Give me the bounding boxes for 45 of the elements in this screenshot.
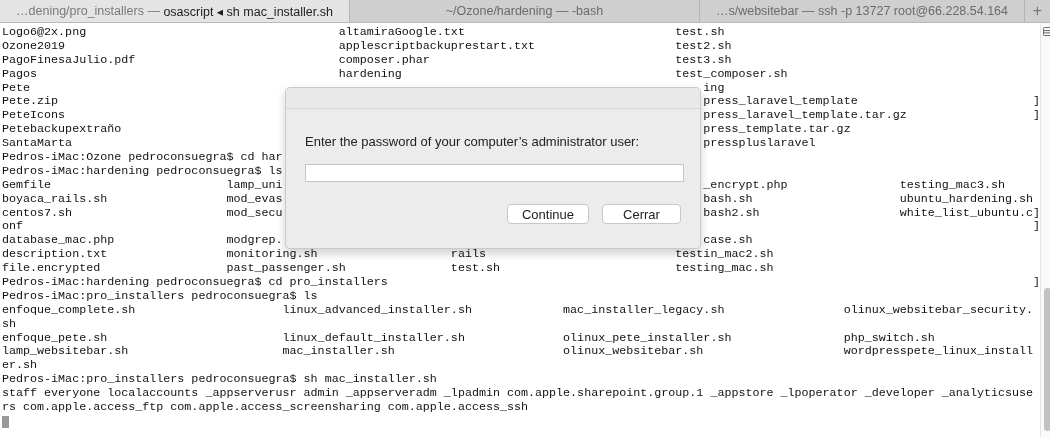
terminal-line: enfoque_pete.sh linux_default_installer.sh olinux_pete_installer.sh php_switch.sh xyxy=(2,330,935,345)
terminal-line: Ozone2019 applescriptbackuprestart.txt test2.sh xyxy=(2,38,732,53)
terminal-line: Petebackupextraño xyxy=(2,122,122,137)
terminal-line: er.sh xyxy=(2,358,38,373)
terminal-tab[interactable]: …dening/pro_installers — osascript ◂ sh mac_installer.sh xyxy=(0,0,350,22)
terminal-line: Pete.zip xyxy=(2,94,59,109)
terminal-line: Pagos hardening test_composer.sh xyxy=(2,66,788,81)
terminal-line: rs com.apple.access_ftp com.apple.access_screensharing com.apple.access_ssh xyxy=(2,400,529,415)
terminal-line: staff everyone localaccounts _appserverusr admin _appserveradm _lpadmin com.apple.sharepoint.group.1 _appstore _lpoperator _developer _analyticsuse xyxy=(2,386,1033,401)
split-pane-icon[interactable] xyxy=(1043,27,1050,36)
terminal-line: boyaca_rails.sh mod_evas xyxy=(2,191,283,206)
terminal-line: SantaMarta xyxy=(2,136,73,151)
terminal-line: press_laravel_template ] xyxy=(703,95,1040,110)
terminal-line: presspluslaravel xyxy=(703,137,816,152)
terminal-line: bash2.sh white_list_ubuntu.c] xyxy=(703,206,1040,221)
terminal-line: ] xyxy=(1032,220,1040,235)
terminal-line: lamp_websitebar.sh mac_installer.sh olinux_websitebar.sh wordpresspete_linux_install xyxy=(2,344,1033,359)
terminal-line: sh xyxy=(2,316,17,331)
terminal-line: enfoque_complete.sh linux_advanced_installer.sh mac_installer_legacy.sh olinux_websitebar_security. xyxy=(2,302,1033,317)
terminal-line: press_laravel_template.tar.gz ] xyxy=(703,109,1040,124)
terminal-line: Logo6@2x.png altamiraGoogle.txt test.sh xyxy=(2,25,725,39)
terminal-line: case.sh xyxy=(703,234,753,249)
terminal-line: Pete xyxy=(2,80,31,95)
terminal-line: Pedros-iMac:pro_installers pedroconsuegra$ sh mac_installer.sh xyxy=(2,372,437,387)
terminal-line: Pedros-iMac:pro_installers pedroconsuegra$ ls xyxy=(2,288,318,303)
dialog-message: Enter the password of your computer’s administrator user: xyxy=(305,134,641,151)
dialog-button[interactable]: Cerrar xyxy=(602,204,681,224)
terminal-line: Pedros-iMac:Ozone pedroconsuegra$ cd har xyxy=(2,150,283,164)
terminal-line: Gemfile lamp_uni xyxy=(2,177,283,192)
scrollbar-thumb[interactable] xyxy=(1044,288,1050,431)
terminal-line: database_mac.php modgrep. xyxy=(2,233,283,248)
terminal-line: centos7.sh mod_secu xyxy=(2,205,283,220)
terminal-line: PagoFinesaJulio.pdf composer.phar test3.sh xyxy=(2,52,732,67)
terminal-line: ing xyxy=(703,81,725,96)
terminal-line: Pedros-iMac:hardening pedroconsuegra$ cd pro_installers ] xyxy=(2,275,1041,290)
terminal-line: description.txt monitoring.sh rails testin_mac2.sh xyxy=(2,247,774,262)
terminal-line: onf xyxy=(2,219,24,234)
terminal-line: file.encrypted past_passenger.sh test.sh testing_mac.sh xyxy=(2,261,774,276)
terminal-line: press_template.tar.gz xyxy=(703,123,851,138)
terminal-line: PeteIcons xyxy=(2,108,66,123)
terminal-line: bash.sh ubuntu_hardening.sh xyxy=(703,192,1033,207)
password-field[interactable] xyxy=(305,164,684,182)
terminal-line: Pedros-iMac:hardening pedroconsuegra$ ls xyxy=(2,163,283,178)
terminal-line: _encrypt.php testing_mac3.sh xyxy=(703,178,1005,193)
dialog-button[interactable]: Continue xyxy=(507,204,589,224)
